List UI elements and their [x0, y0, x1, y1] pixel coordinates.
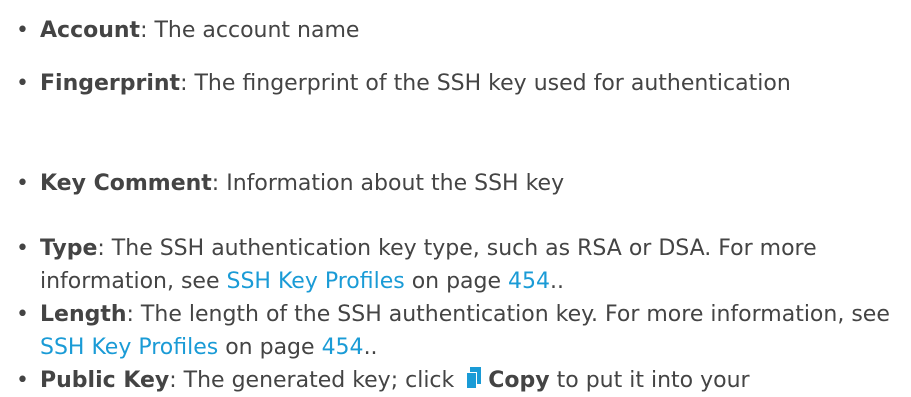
list-item-length: • Length: The length of the SSH authenti… — [0, 298, 905, 364]
copy-icon[interactable] — [465, 366, 482, 390]
item-body: Length: The length of the SSH authentica… — [40, 298, 905, 364]
on-page-text: on page — [218, 335, 322, 360]
ssh-key-profiles-link[interactable]: SSH Key Profiles — [40, 335, 218, 360]
description-length: : The length of the SSH authentication k… — [126, 302, 890, 327]
term-length: Length — [40, 302, 127, 327]
trailing-text: .. — [363, 335, 378, 360]
page-454-link[interactable]: 454 — [322, 335, 364, 360]
bullet: • — [16, 302, 29, 327]
document-page-continued: • Length: The length of the SSH authenti… — [0, 0, 911, 393]
